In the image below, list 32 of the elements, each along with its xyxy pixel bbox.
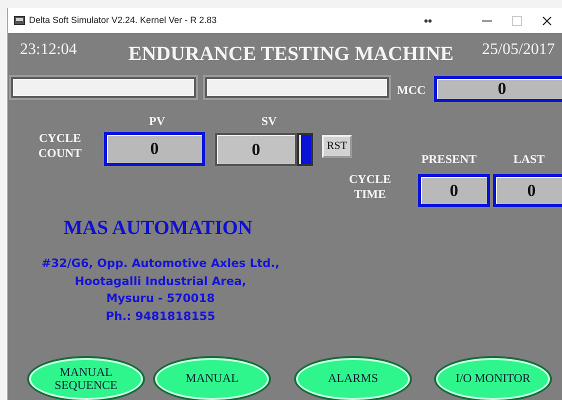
pin-icon[interactable] [424, 18, 432, 22]
screen-title: ENDURANCE TESTING MACHINE [127, 42, 455, 67]
mcc-label: MCC [397, 83, 426, 98]
time-display: 23:12:04 [20, 40, 77, 60]
company-name: MAS AUTOMATION [62, 216, 254, 241]
last-label: LAST [512, 152, 546, 167]
present-label: PRESENT [420, 152, 478, 167]
nav-button[interactable]: MANUAL [153, 356, 271, 400]
sv-slider-handle[interactable] [297, 133, 313, 166]
cycle-count-label: CYCLE COUNT [37, 131, 83, 161]
nav-button[interactable]: ALARMS [294, 356, 412, 400]
window-title: Delta Soft Simulator V2.24. Kernel Ver - R 2.83 [29, 14, 217, 27]
minimize-icon[interactable] [482, 20, 492, 22]
address-line: Mysuru - 570018 [105, 290, 216, 307]
date-display: 25/05/2017 [482, 40, 555, 60]
pv-label: PV [148, 114, 166, 129]
last-time-display: 0 [493, 174, 562, 207]
address-line: #32/G6, Opp. Automotive Axles Ltd., [40, 255, 281, 272]
app-icon [14, 16, 25, 25]
mcc-display: 0 [434, 76, 562, 102]
cycle-time-label: CYCLE TIME [348, 172, 392, 202]
pv-display: 0 [104, 132, 205, 166]
present-time-display: 0 [418, 174, 490, 207]
sv-input[interactable]: 0 [215, 133, 297, 166]
address-line: Ph.: 9481818155 [104, 308, 216, 324]
nav-button[interactable]: MANUAL SEQUENCE [27, 356, 145, 400]
nav-button[interactable]: I/O MONITOR [434, 356, 552, 400]
sv-label: SV [260, 114, 278, 129]
maximize-icon [512, 16, 522, 26]
close-icon[interactable] [542, 16, 552, 26]
address-line: Hootagalli Industrial Area, [74, 272, 248, 290]
reset-button[interactable]: RST [322, 135, 352, 158]
